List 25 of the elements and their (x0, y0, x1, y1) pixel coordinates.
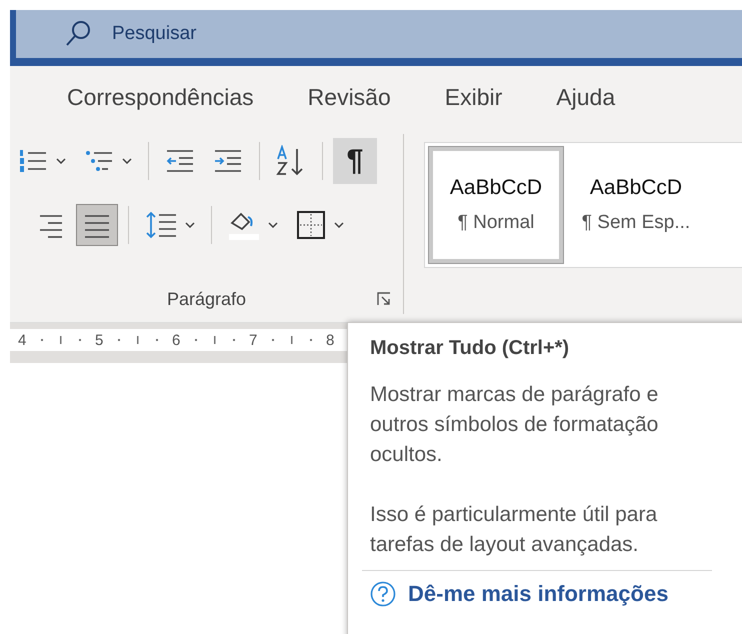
ruler-number: 5 (95, 332, 104, 348)
decrease-indent-icon (165, 147, 195, 175)
help-link[interactable]: Dê-me mais informações (370, 581, 742, 607)
tooltip-title: Mostrar Tudo (Ctrl+*) (370, 337, 570, 360)
ruler-number: 4 (18, 332, 27, 348)
ruler-number: 7 (249, 332, 258, 348)
line-spacing-icon (145, 210, 177, 240)
ribbon-tab[interactable]: Exibir (418, 78, 530, 120)
tooltip-text: Isso é particularmente útil para tarefas de layout avançadas. (370, 502, 658, 558)
ruler-number: 6 (172, 332, 181, 348)
ruler-number: 8 (326, 332, 335, 348)
numbered-list-icon (18, 147, 48, 175)
style-item[interactable]: AaBbCcD ¶ Normal (429, 147, 563, 263)
ribbon-tab[interactable]: Revisão (280, 78, 418, 120)
search-field[interactable]: Pesquisar (112, 23, 312, 45)
group-label: Parágrafo (166, 288, 246, 310)
tooltip-text: Mostrar marcas de parágrafo e outros símbolos de formatação ocultos. (370, 382, 660, 468)
ribbon-tab[interactable]: Correspondências (40, 78, 281, 120)
borders-icon (296, 210, 326, 240)
dialog-launcher-icon[interactable] (377, 292, 391, 306)
toolbar-button[interactable]: ¶ (333, 138, 377, 184)
ribbon-tab[interactable]: Ajuda (529, 78, 642, 120)
search-icon (64, 20, 92, 48)
help-icon (370, 581, 396, 607)
increase-indent-icon (213, 147, 243, 175)
